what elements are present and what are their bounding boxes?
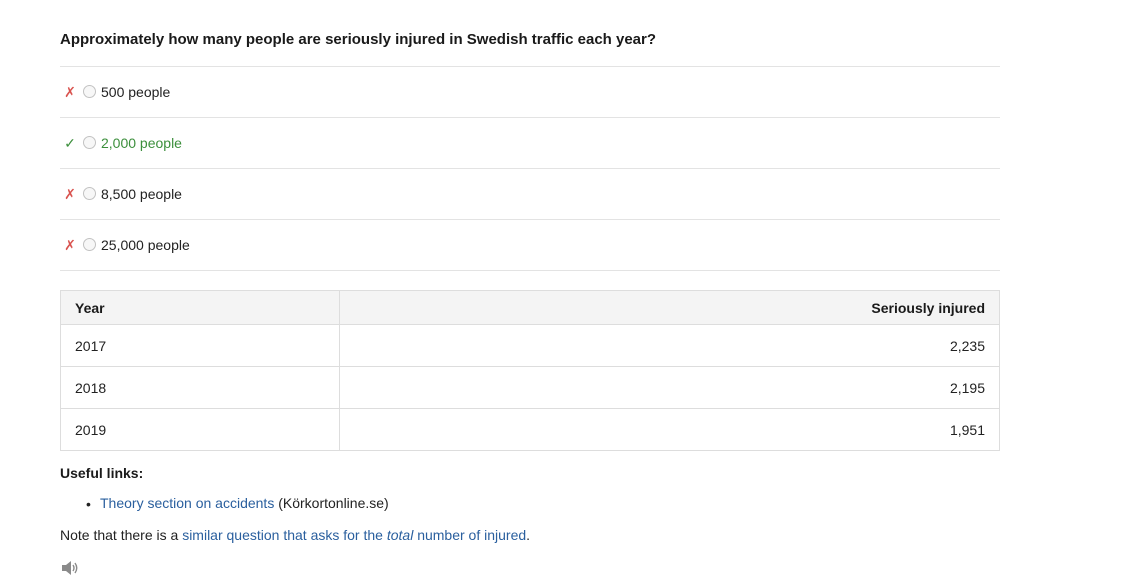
year-cell: 2017 xyxy=(60,324,340,367)
table-row: 2019 1,951 xyxy=(60,408,1000,451)
answer-label[interactable]: 500 people xyxy=(101,83,170,101)
note-link-emphasis: total xyxy=(386,527,414,543)
injured-cell: 2,195 xyxy=(339,366,1000,409)
useful-links-heading: Useful links: xyxy=(60,465,144,481)
injured-cell: 1,951 xyxy=(339,408,1000,451)
speaker-icon[interactable] xyxy=(60,559,80,577)
year-cell: 2018 xyxy=(60,366,340,409)
answer-label[interactable]: 25,000 people xyxy=(101,236,190,254)
wrong-mark-icon: ✗ xyxy=(64,84,76,100)
check-mark-icon: ✓ xyxy=(64,135,76,151)
link-source: (Körkortonline.se) xyxy=(274,495,389,511)
note-text: Note that there is a similar question th… xyxy=(60,527,530,543)
injured-cell: 2,235 xyxy=(339,324,1000,367)
bullet-icon: • xyxy=(86,496,91,512)
answer-label[interactable]: 8,500 people xyxy=(101,185,182,203)
table-row: 2018 2,195 xyxy=(60,366,1000,409)
note-link-part1: similar question that asks for the xyxy=(182,527,387,543)
table-header-row: Year Seriously injured xyxy=(60,290,1000,325)
wrong-mark-icon: ✗ xyxy=(64,186,76,202)
year-column-header: Year xyxy=(60,290,340,325)
radio-button[interactable] xyxy=(83,85,96,98)
note-prefix: Note that there is a xyxy=(60,527,183,543)
year-cell: 2019 xyxy=(60,408,340,451)
answer-option[interactable]: ✗ 25,000 people xyxy=(60,220,1000,271)
answer-option[interactable]: ✗ 8,500 people xyxy=(60,169,1000,220)
similar-question-link[interactable]: similar question that asks for the total… xyxy=(182,527,526,543)
note-suffix: . xyxy=(526,527,531,543)
theory-section-link[interactable]: Theory section on accidents xyxy=(100,495,274,511)
radio-button[interactable] xyxy=(83,187,96,200)
answer-option[interactable]: ✓ 2,000 people xyxy=(60,118,1000,169)
note-link-part2: number of injured xyxy=(413,527,527,543)
wrong-mark-icon: ✗ xyxy=(64,237,76,253)
injured-column-header: Seriously injured xyxy=(339,290,1000,325)
radio-button[interactable] xyxy=(83,238,96,251)
answer-label[interactable]: 2,000 people xyxy=(101,134,182,152)
answer-option[interactable]: ✗ 500 people xyxy=(60,67,1000,118)
question-text: Approximately how many people are seriou… xyxy=(60,31,657,48)
injuries-table: Year Seriously injured 2017 2,235 2018 2… xyxy=(60,290,1000,451)
useful-links-list: • Theory section on accidents (Körkorton… xyxy=(86,495,389,512)
answer-options: ✗ 500 people ✓ 2,000 people ✗ 8,500 peop… xyxy=(60,66,1000,271)
radio-button[interactable] xyxy=(83,136,96,149)
table-row: 2017 2,235 xyxy=(60,324,1000,367)
